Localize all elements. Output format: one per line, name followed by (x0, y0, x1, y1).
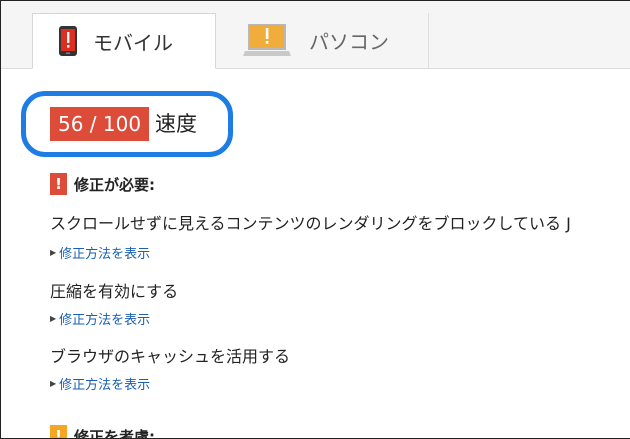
rule-title[interactable]: ブラウザのキャッシュを活用する (50, 343, 290, 367)
tab-mobile[interactable]: モバイル (32, 13, 216, 69)
consider-fix-header: ! 修正を考慮: (50, 425, 155, 439)
caret-right-icon: ▶ (50, 248, 57, 257)
score-badge: 56 / 100 (50, 107, 150, 141)
tab-mobile-label: モバイル (93, 30, 173, 55)
desktop-warning-icon (243, 23, 291, 56)
show-fix-link[interactable]: ▶ 修正方法を表示 (50, 309, 150, 328)
exclamation-icon: ! (50, 173, 67, 195)
score-label: 速度 (155, 112, 197, 136)
tab-desktop-label: パソコン (309, 30, 389, 54)
show-fix-link-label: 修正方法を表示 (59, 313, 151, 328)
caret-right-icon: ▶ (50, 379, 57, 388)
mobile-warning-icon (59, 26, 77, 56)
exclamation-icon: ! (50, 425, 67, 438)
caret-right-icon: ▶ (50, 314, 57, 323)
must-fix-header: ! 修正が必要: (50, 173, 155, 195)
rule-title[interactable]: スクロールせずに見えるコンテンツのレンダリングをブロックしている J (50, 210, 571, 234)
show-fix-link-label: 修正方法を表示 (59, 378, 151, 393)
show-fix-link-label: 修正方法を表示 (59, 247, 151, 262)
must-fix-title: 修正が必要: (74, 175, 155, 194)
rule-title[interactable]: 圧縮を有効にする (50, 278, 178, 302)
show-fix-link[interactable]: ▶ 修正方法を表示 (50, 374, 150, 393)
tab-desktop[interactable]: パソコン (217, 13, 429, 68)
tab-bar: モバイル パソコン (1, 1, 630, 69)
consider-fix-title: 修正を考慮: (74, 427, 155, 439)
show-fix-link[interactable]: ▶ 修正方法を表示 (50, 243, 150, 262)
page-frame: モバイル パソコン 56 / 100 速度 ! 修正が必要: スクロールせずに見… (0, 0, 630, 439)
